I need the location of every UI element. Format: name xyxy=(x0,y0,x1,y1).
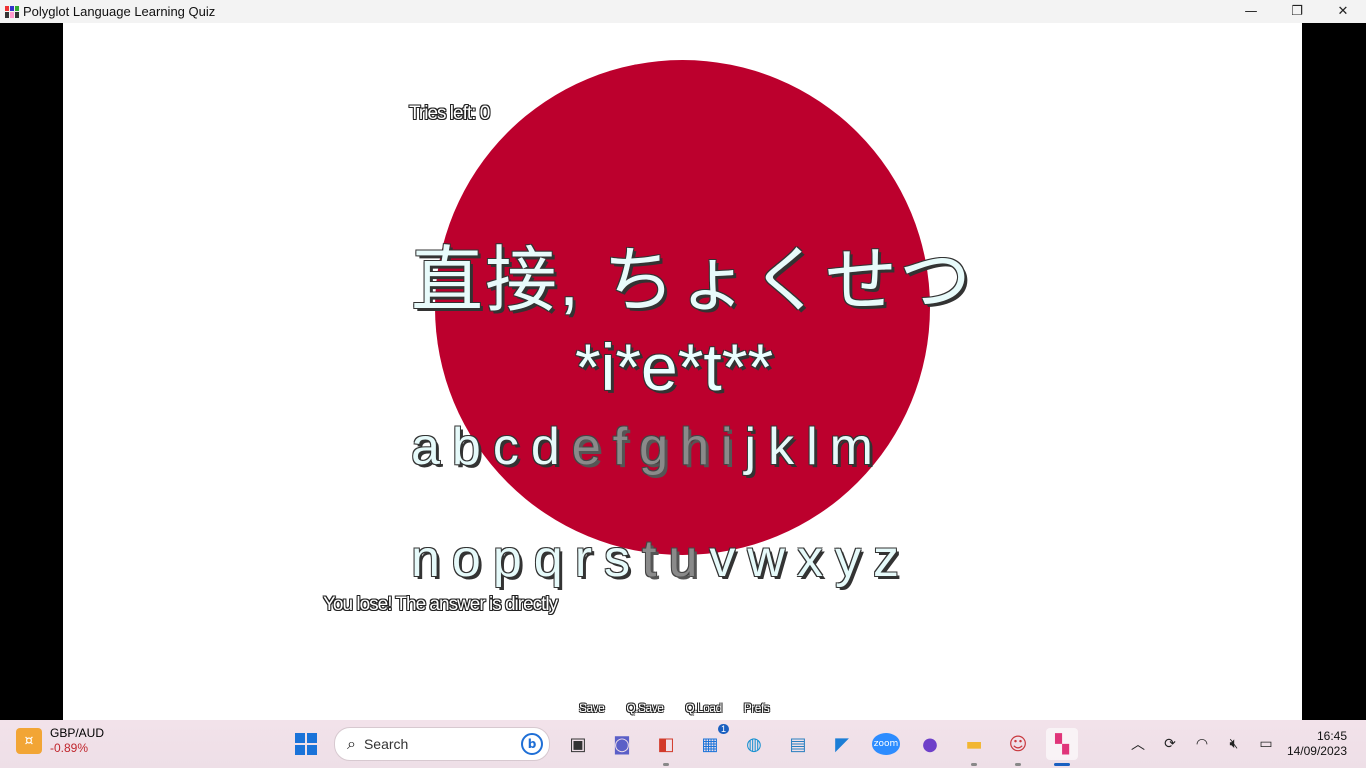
file-explorer-icon-glyph: ▬ xyxy=(965,733,983,755)
letter-button-m[interactable]: m xyxy=(830,417,873,477)
letter-button-c[interactable]: c xyxy=(493,417,519,477)
currency-icon: ¤ xyxy=(16,728,42,754)
polyglot-quiz-icon[interactable]: ▚ xyxy=(1046,728,1078,766)
task-view-icon-glyph: ▣ xyxy=(569,733,587,755)
game-app-icon[interactable]: ☺ xyxy=(1002,728,1034,766)
widget-value: -0.89% xyxy=(50,741,89,755)
letter-button-f[interactable]: f xyxy=(613,417,627,477)
search-icon: ⌕ xyxy=(347,734,356,753)
weather-widget[interactable]: ¤ GBP/AUD -0.89% xyxy=(16,726,104,756)
letter-button-r[interactable]: r xyxy=(575,529,592,589)
speaker-muted-icon[interactable]: 🔇︎ xyxy=(1223,733,1245,755)
letter-button-z[interactable]: z xyxy=(873,529,899,589)
quick-load-button[interactable]: Q.Load xyxy=(685,701,722,715)
system-tray: ︿ ⟳ ◠ 🔇︎ ▭ 16:45 14/09/2023 xyxy=(1127,720,1366,768)
letter-button-w[interactable]: w xyxy=(747,529,785,589)
letter-button-l[interactable]: l xyxy=(806,417,818,477)
battery-icon[interactable]: ▭ xyxy=(1255,733,1277,755)
start-button[interactable] xyxy=(290,728,322,760)
notification-badge: 1 xyxy=(717,724,729,734)
letter-button-x[interactable]: x xyxy=(797,529,823,589)
store-icon[interactable]: ▦ 1 xyxy=(694,724,729,760)
letter-button-p[interactable]: p xyxy=(493,529,522,589)
letter-row-1: abcdefghijklm xyxy=(411,417,885,477)
letter-button-b[interactable]: b xyxy=(452,417,481,477)
letter-button-d[interactable]: d xyxy=(531,417,560,477)
bing-icon[interactable]: b xyxy=(521,733,543,755)
active-indicator xyxy=(1054,763,1070,766)
widget-label: GBP/AUD xyxy=(50,726,105,740)
quick-save-button[interactable]: Q.Save xyxy=(626,701,664,715)
tries-left-label: Tries left: 0 xyxy=(409,103,490,124)
window-title: Polyglot Language Learning Quiz xyxy=(23,4,216,19)
letter-button-y[interactable]: y xyxy=(835,529,861,589)
control-panel-icon[interactable]: ▤ xyxy=(782,728,814,760)
store-icon-glyph: ▦ xyxy=(701,733,719,755)
prefs-button[interactable]: Prefs xyxy=(744,701,770,715)
letter-button-a[interactable]: a xyxy=(411,417,440,477)
letter-button-s[interactable]: s xyxy=(604,529,630,589)
letter-button-g[interactable]: g xyxy=(639,417,668,477)
taskbar: ¤ GBP/AUD -0.89% ⌕ Search b ▣ ◙ ◧ ▦ 1 ◍ ▤ ◤ zoom… xyxy=(0,720,1366,768)
game-app-icon-glyph: ☺ xyxy=(1008,733,1028,755)
open-indicator xyxy=(663,763,669,766)
letter-button-n[interactable]: n xyxy=(411,529,440,589)
edge-icon-glyph: ◍ xyxy=(746,733,762,755)
title-bar: Polyglot Language Learning Quiz — ❐ ✕ xyxy=(0,0,1366,23)
sync-icon[interactable]: ⟳ xyxy=(1159,733,1181,755)
teams-icon[interactable]: ◙ xyxy=(606,728,638,760)
save-button[interactable]: Save xyxy=(579,701,605,715)
letter-button-j[interactable]: j xyxy=(745,417,757,477)
search-input[interactable]: ⌕ Search b xyxy=(334,727,550,761)
native-word: 直接, ちょくせつ xyxy=(411,241,974,321)
polyglot-quiz-icon-glyph: ▚ xyxy=(1055,733,1069,755)
github-icon-glyph: ● xyxy=(922,733,938,755)
date: 14/09/2023 xyxy=(1286,744,1347,758)
search-placeholder: Search xyxy=(363,736,409,752)
time: 16:45 xyxy=(1316,729,1347,743)
minimize-button[interactable]: — xyxy=(1228,0,1274,23)
app-red-icon[interactable]: ◧ xyxy=(650,728,682,766)
letter-button-o[interactable]: o xyxy=(452,529,481,589)
letter-button-q[interactable]: q xyxy=(534,529,563,589)
letter-button-k[interactable]: k xyxy=(768,417,794,477)
letter-button-h[interactable]: h xyxy=(680,417,709,477)
quick-menu: Save Q.Save Q.Load Prefs xyxy=(579,701,770,715)
control-panel-icon-glyph: ▤ xyxy=(789,733,807,755)
github-icon[interactable]: ● xyxy=(914,728,946,760)
zoom-icon-glyph: zoom xyxy=(871,733,901,755)
game-canvas: Tries left: 0 直接, ちょくせつ *i*e*t** abcdefg… xyxy=(63,23,1302,720)
letter-button-t[interactable]: t xyxy=(642,529,656,589)
vscode-icon[interactable]: ◤ xyxy=(826,728,858,760)
clock[interactable]: 16:45 14/09/2023 xyxy=(1287,729,1347,759)
app-logo-icon xyxy=(5,5,19,18)
open-indicator xyxy=(1015,763,1021,766)
zoom-icon[interactable]: zoom xyxy=(870,728,902,760)
app-red-icon-glyph: ◧ xyxy=(657,733,675,755)
letter-button-u[interactable]: u xyxy=(668,529,697,589)
vscode-icon-glyph: ◤ xyxy=(835,733,849,755)
task-view-icon[interactable]: ▣ xyxy=(562,728,594,760)
open-indicator xyxy=(971,763,977,766)
masked-answer: *i*e*t** xyxy=(575,330,774,404)
chevron-up-icon[interactable]: ︿ xyxy=(1127,733,1149,755)
close-button[interactable]: ✕ xyxy=(1320,0,1366,23)
letter-row-2: nopqrstuvwxyz xyxy=(411,529,911,589)
result-message: You lose! The answer is directly xyxy=(323,594,558,615)
windows-logo-icon xyxy=(295,733,317,755)
wifi-icon[interactable]: ◠ xyxy=(1191,733,1213,755)
letter-button-v[interactable]: v xyxy=(709,529,735,589)
file-explorer-icon[interactable]: ▬ xyxy=(958,728,990,766)
restore-button[interactable]: ❐ xyxy=(1274,0,1320,23)
letter-button-i[interactable]: i xyxy=(721,417,733,477)
teams-icon-glyph: ◙ xyxy=(613,733,631,755)
edge-icon[interactable]: ◍ xyxy=(738,728,770,760)
letter-button-e[interactable]: e xyxy=(572,417,601,477)
